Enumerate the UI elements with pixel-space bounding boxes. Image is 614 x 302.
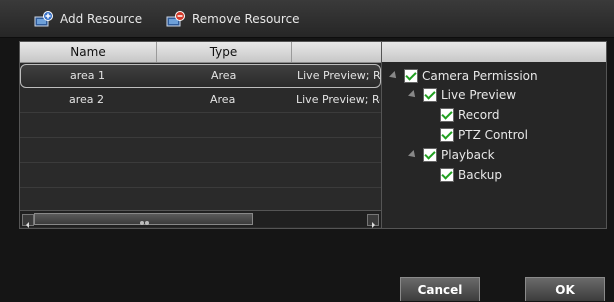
scroll-left-arrow[interactable] bbox=[22, 214, 34, 228]
table-row[interactable]: area 2 Area Live Preview; Re bbox=[20, 89, 381, 113]
tree-node-ptz-control[interactable]: PTZ Control bbox=[440, 126, 528, 144]
add-resource-button[interactable]: Add Resource bbox=[34, 9, 142, 29]
ok-button[interactable]: OK bbox=[525, 277, 605, 301]
tree-label: PTZ Control bbox=[458, 128, 528, 142]
scroll-thumb[interactable] bbox=[34, 213, 253, 225]
expander-icon[interactable] bbox=[408, 90, 418, 100]
resource-permission-dialog: Add Resource Remove Resource Name Type a… bbox=[0, 0, 614, 301]
tree-node-camera-permission[interactable]: Camera Permission bbox=[389, 67, 538, 85]
row-permission: Live Preview; Re bbox=[297, 69, 381, 82]
chevron-left-icon bbox=[26, 222, 29, 228]
resource-table: Name Type area 1 Area Live Preview; Re a… bbox=[19, 41, 382, 229]
table-header: Name Type bbox=[20, 42, 381, 63]
empty-row bbox=[20, 114, 381, 138]
checkbox-playback[interactable] bbox=[423, 148, 437, 162]
checkbox-camera-permission[interactable] bbox=[404, 69, 418, 83]
expander-icon[interactable] bbox=[389, 71, 399, 81]
empty-row bbox=[20, 164, 381, 188]
horizontal-scrollbar[interactable] bbox=[20, 210, 381, 228]
row-name: area 2 bbox=[69, 93, 105, 106]
tree-header bbox=[382, 42, 606, 62]
tree-node-playback[interactable]: Playback bbox=[408, 146, 495, 164]
tree-label: Camera Permission bbox=[422, 69, 538, 83]
tree-label: Record bbox=[458, 108, 500, 122]
expander-icon[interactable] bbox=[408, 150, 418, 160]
checkbox-ptz-control[interactable] bbox=[440, 128, 454, 142]
column-header-name[interactable]: Name bbox=[20, 42, 157, 62]
tree-label: Playback bbox=[441, 148, 495, 162]
table-row[interactable]: area 1 Area Live Preview; Re bbox=[20, 64, 381, 88]
add-resource-label: Add Resource bbox=[60, 12, 143, 26]
add-resource-icon bbox=[34, 11, 53, 27]
remove-resource-button[interactable]: Remove Resource bbox=[166, 9, 300, 29]
row-type: Area bbox=[211, 69, 237, 82]
tree-node-live-preview[interactable]: Live Preview bbox=[408, 86, 517, 104]
tree-node-backup[interactable]: Backup bbox=[440, 166, 502, 184]
row-permission: Live Preview; Re bbox=[296, 93, 380, 106]
tree-node-record[interactable]: Record bbox=[440, 106, 499, 124]
remove-resource-icon bbox=[166, 11, 185, 27]
empty-row bbox=[20, 139, 381, 163]
cancel-button[interactable]: Cancel bbox=[400, 277, 480, 301]
remove-resource-label: Remove Resource bbox=[192, 12, 300, 26]
checkbox-live-preview[interactable] bbox=[423, 88, 437, 102]
checkbox-backup[interactable] bbox=[440, 168, 454, 182]
scroll-right-arrow[interactable] bbox=[367, 214, 379, 228]
grip-icon bbox=[140, 221, 149, 225]
tree-label: Backup bbox=[458, 168, 502, 182]
chevron-right-icon bbox=[372, 222, 375, 228]
checkbox-record[interactable] bbox=[440, 108, 454, 122]
row-name: area 1 bbox=[70, 69, 106, 82]
column-header-type[interactable]: Type bbox=[156, 42, 292, 62]
column-header-extra[interactable] bbox=[291, 42, 381, 62]
toolbar: Add Resource Remove Resource bbox=[0, 0, 614, 38]
permission-tree: Camera Permission Live Preview Record PT… bbox=[381, 41, 607, 229]
tree-label: Live Preview bbox=[441, 88, 517, 102]
row-type: Area bbox=[210, 93, 236, 106]
